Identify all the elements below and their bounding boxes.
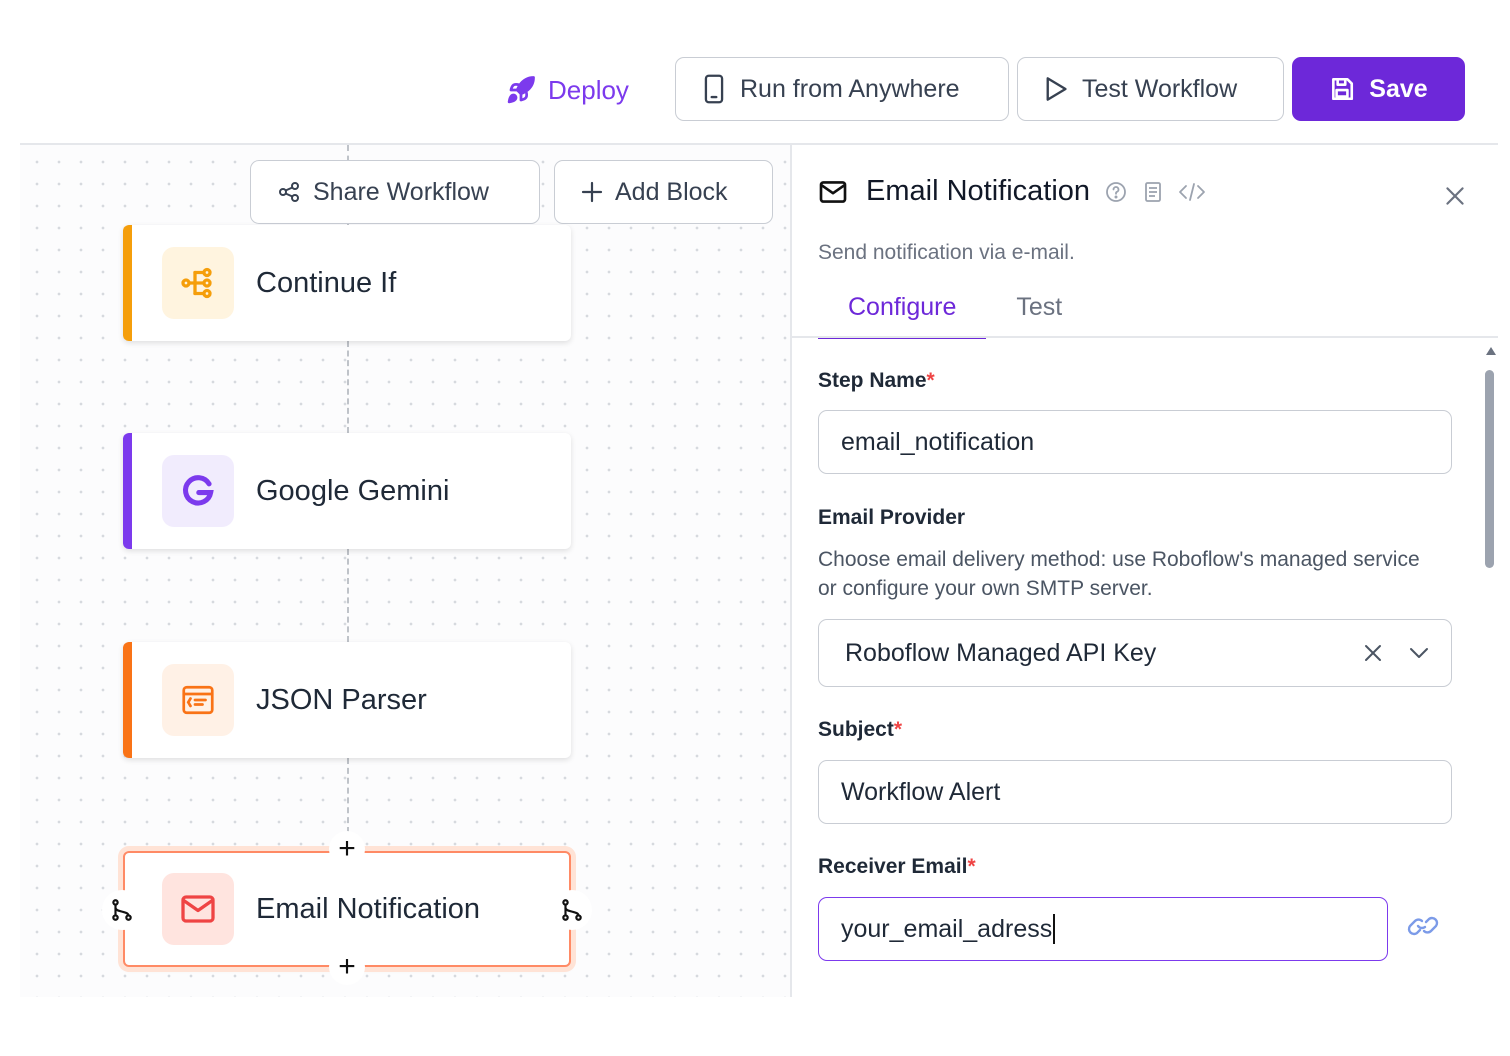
receiver-email-value: your_email_adress xyxy=(841,914,1053,943)
step-name-label: Step Name* xyxy=(818,369,935,393)
help-icon[interactable] xyxy=(1104,180,1128,204)
chevron-down-icon[interactable] xyxy=(1409,646,1429,660)
node-accent-bar xyxy=(123,642,132,758)
branch-icon xyxy=(181,267,212,299)
tab-configure[interactable]: Configure xyxy=(818,285,987,339)
subject-input[interactable]: Workflow Alert xyxy=(818,760,1452,824)
node-label: Google Gemini xyxy=(256,474,450,507)
share-workflow-label: Share Workflow xyxy=(313,177,489,206)
plus-icon xyxy=(581,181,603,203)
add-block-label: Add Block xyxy=(615,177,728,206)
add-block-button[interactable]: Add Block xyxy=(554,160,773,224)
link-icon[interactable] xyxy=(1404,911,1442,941)
subject-label-text: Subject xyxy=(818,718,894,741)
add-block-below-handle[interactable]: + xyxy=(329,949,365,985)
node-google-gemini[interactable]: Google Gemini xyxy=(123,433,571,549)
scrollbar-thumb[interactable] xyxy=(1485,370,1494,568)
mail-icon xyxy=(181,895,215,923)
node-accent-bar xyxy=(123,225,132,341)
node-icon-box xyxy=(162,455,234,527)
document-icon[interactable] xyxy=(1142,180,1164,204)
share-workflow-button[interactable]: Share Workflow xyxy=(250,160,540,224)
deploy-label: Deploy xyxy=(548,74,629,105)
google-g-icon xyxy=(183,475,214,506)
add-block-above-handle[interactable]: + xyxy=(329,831,365,867)
subject-label: Subject* xyxy=(818,718,902,742)
tab-test[interactable]: Test xyxy=(986,285,1092,339)
step-name-input[interactable]: email_notification xyxy=(818,410,1452,474)
block-config-panel: Email Notification Send notification via… xyxy=(792,145,1498,997)
subject-value: Workflow Alert xyxy=(841,777,1001,806)
git-branch-icon xyxy=(562,899,582,921)
email-provider-help: Choose email delivery method: use Robofl… xyxy=(818,548,1420,600)
email-provider-value: Roboflow Managed API Key xyxy=(845,638,1157,667)
node-label: Email Notification xyxy=(256,892,481,925)
share-icon xyxy=(279,182,299,202)
node-label: Continue If xyxy=(256,266,397,299)
connector-line xyxy=(347,341,349,433)
receiver-email-label-text: Receiver Email xyxy=(818,855,968,878)
close-icon[interactable] xyxy=(1442,183,1468,209)
panel-tabs: Configure Test xyxy=(818,285,1092,339)
workflow-canvas[interactable]: Share Workflow Add Block Continue If Goo… xyxy=(20,145,790,997)
connector-line xyxy=(347,758,349,833)
node-icon-box xyxy=(162,664,234,736)
node-json-parser[interactable]: JSON Parser xyxy=(123,642,571,758)
rocket-icon xyxy=(507,76,535,104)
panel-title: Email Notification xyxy=(866,175,1091,207)
git-branch-icon xyxy=(112,899,132,921)
connector-line xyxy=(347,549,349,642)
mail-icon xyxy=(819,180,847,203)
clear-icon[interactable] xyxy=(1363,643,1383,663)
branch-handle-right[interactable] xyxy=(552,890,592,930)
required-mark: * xyxy=(926,369,935,392)
code-icon[interactable] xyxy=(1178,180,1206,204)
test-workflow-label: Test Workflow xyxy=(1082,74,1238,103)
receiver-email-input[interactable]: your_email_adress xyxy=(818,897,1388,961)
save-label: Save xyxy=(1369,74,1428,103)
run-from-anywhere-label: Run from Anywhere xyxy=(740,74,960,103)
run-from-anywhere-button[interactable]: Run from Anywhere xyxy=(675,57,1009,121)
scroll-up-arrow[interactable] xyxy=(1486,347,1496,355)
node-continue-if[interactable]: Continue If xyxy=(123,225,571,341)
select-controls xyxy=(1363,643,1429,663)
receiver-email-label: Receiver Email* xyxy=(818,855,976,879)
node-label: JSON Parser xyxy=(256,683,427,716)
step-name-value: email_notification xyxy=(841,427,1035,456)
required-mark: * xyxy=(967,855,976,878)
panel-description: Send notification via e-mail. xyxy=(818,241,1075,264)
json-parser-icon xyxy=(182,685,214,715)
deploy-button[interactable]: Deploy xyxy=(506,58,629,122)
test-workflow-button[interactable]: Test Workflow xyxy=(1017,57,1284,121)
required-mark: * xyxy=(893,718,903,741)
mobile-device-icon xyxy=(704,74,724,104)
step-name-label-text: Step Name xyxy=(818,369,927,392)
email-provider-label: Email Provider xyxy=(818,506,966,529)
tabs-divider xyxy=(792,336,1498,338)
branch-handle-left[interactable] xyxy=(102,890,142,930)
node-accent-bar xyxy=(123,433,132,549)
email-provider-select[interactable]: Roboflow Managed API Key xyxy=(818,619,1452,687)
node-icon-box xyxy=(162,873,234,945)
save-button[interactable]: Save xyxy=(1292,57,1465,121)
top-toolbar: Deploy Run from Anywhere Test Workflow S… xyxy=(0,0,1510,144)
floppy-disk-icon xyxy=(1332,77,1354,101)
text-caret xyxy=(1053,914,1056,944)
play-icon xyxy=(1046,77,1067,101)
node-icon-box xyxy=(162,247,234,319)
panel-header: Email Notification xyxy=(818,175,1206,208)
